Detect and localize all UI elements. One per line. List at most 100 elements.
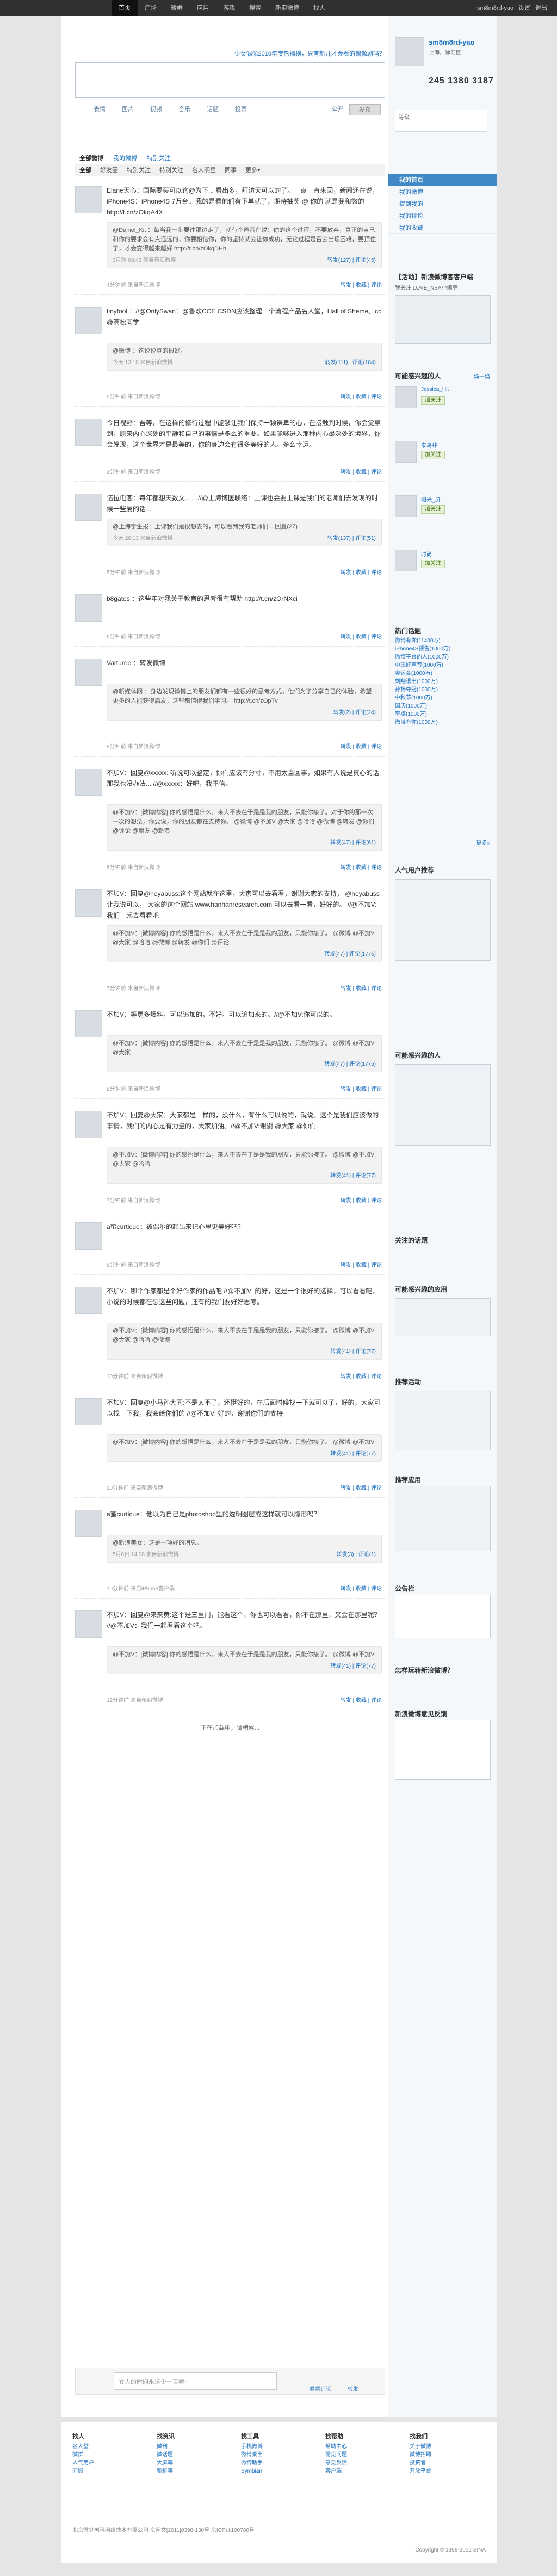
feed-avatar[interactable] bbox=[75, 1510, 102, 1537]
quote-actions[interactable]: 转发(41) | 评论(77) bbox=[330, 1347, 376, 1356]
feed-avatar[interactable] bbox=[75, 1222, 102, 1250]
footer-link[interactable]: 微刊 bbox=[157, 2443, 238, 2451]
hot-topic-item[interactable]: 奥运会(1000万) bbox=[395, 669, 450, 678]
footer-link[interactable]: Symbian bbox=[241, 2467, 323, 2475]
footer-link[interactable]: 意见反馈 bbox=[325, 2459, 407, 2467]
quote-actions[interactable]: 转发(47) | 评论(1775) bbox=[324, 1060, 376, 1069]
footer-link[interactable]: 微博招聘 bbox=[410, 2451, 491, 2459]
footer-link[interactable]: 微博助手 bbox=[241, 2459, 323, 2467]
quote-actions[interactable]: 转发(137) | 评论(51) bbox=[327, 534, 376, 543]
quote-actions[interactable]: 转发(47) | 评论(1775) bbox=[324, 950, 376, 959]
hot-topic-item[interactable]: 微博平台的人(1000万) bbox=[395, 653, 450, 661]
footer-link[interactable]: 微博桌面 bbox=[241, 2451, 323, 2459]
feed-actions[interactable]: 转发 | 收藏 | 评论 bbox=[341, 985, 382, 993]
publish-button[interactable]: 发布 bbox=[349, 104, 381, 115]
hot-topic-item[interactable]: 微博有你(11400万) bbox=[395, 637, 450, 645]
feed-actions[interactable]: 转发 | 收藏 | 评论 bbox=[341, 1696, 382, 1705]
footer-link[interactable]: 常见问题 bbox=[325, 2451, 407, 2459]
rec-person-avatar[interactable] bbox=[395, 495, 417, 517]
nav-home[interactable]: 首页 bbox=[112, 0, 138, 16]
footer-link[interactable]: 微话题 bbox=[157, 2451, 238, 2459]
tab-my-weibo[interactable]: 我的微博 bbox=[113, 152, 137, 164]
feed-avatar[interactable] bbox=[75, 419, 102, 446]
bottom-input[interactable]: 女人的时间永远少一百吧~ bbox=[114, 2372, 277, 2390]
feed-actions[interactable]: 转发 | 收藏 | 评论 bbox=[341, 743, 382, 752]
feed-actions[interactable]: 转发 | 收藏 | 评论 bbox=[341, 468, 382, 477]
quote-actions[interactable]: 转发(47) | 评论(61) bbox=[330, 838, 376, 847]
rec-person-avatar[interactable] bbox=[395, 441, 417, 463]
feed-actions[interactable]: 转发 | 收藏 | 评论 bbox=[341, 1197, 382, 1206]
user-avatar[interactable] bbox=[395, 37, 424, 66]
follow-button[interactable]: 加关注 bbox=[421, 560, 445, 568]
nav-group[interactable]: 微群 bbox=[164, 0, 190, 16]
footer-link[interactable]: 投资者 bbox=[410, 2459, 491, 2467]
footer-link[interactable]: 大屏幕 bbox=[157, 2459, 238, 2467]
tab-special[interactable]: 特别关注 bbox=[147, 152, 171, 164]
filter-special[interactable]: 特别关注 bbox=[127, 164, 151, 176]
filter-more[interactable]: 更多▾ bbox=[245, 164, 261, 176]
feed-actions[interactable]: 转发 | 收藏 | 评论 bbox=[341, 393, 382, 402]
ad-banner[interactable] bbox=[395, 295, 491, 344]
menu-comments[interactable]: 我的评论 bbox=[388, 210, 497, 222]
faq-title[interactable]: 怎样玩转新浪微博？ bbox=[395, 1665, 454, 1675]
feed-actions[interactable]: 转发 | 收藏 | 评论 bbox=[341, 864, 382, 872]
visibility-select[interactable]: 公开 bbox=[332, 104, 344, 115]
feed-avatar[interactable] bbox=[75, 494, 102, 521]
publish-hint[interactable]: 少女偶像2010年度热播榜，只有新儿才会看的偶像剧吗？ bbox=[75, 49, 385, 58]
filter-all[interactable]: 全部 bbox=[79, 164, 91, 176]
feed-actions[interactable]: 转发 | 收藏 | 评论 bbox=[341, 1585, 382, 1594]
feed-actions[interactable]: 转发 | 收藏 | 评论 bbox=[341, 1484, 382, 1493]
hot-topic-item[interactable]: 微博有你(1000万) bbox=[395, 718, 450, 727]
footer-link[interactable]: 关于微博 bbox=[410, 2443, 491, 2451]
emoji-tool[interactable]: 表情 bbox=[94, 104, 106, 114]
rec-person-name[interactable]: 阳光_风 bbox=[421, 495, 441, 503]
follow-button[interactable]: 加关注 bbox=[421, 505, 445, 514]
rec-refresh[interactable]: 换一换 bbox=[474, 372, 490, 380]
feed-actions[interactable]: 转发 | 收藏 | 评论 bbox=[341, 281, 382, 290]
filter-colleague[interactable]: 同事 bbox=[225, 164, 237, 176]
publish-textarea[interactable] bbox=[75, 62, 385, 98]
rec-person-avatar[interactable] bbox=[395, 386, 417, 408]
tab-all-weibo[interactable]: 全部微博 bbox=[79, 152, 103, 164]
hot-topic-item[interactable]: iPhone4S预售(1000万) bbox=[395, 645, 450, 653]
nav-search[interactable]: 搜索 bbox=[242, 0, 268, 16]
nav-game[interactable]: 游戏 bbox=[216, 0, 242, 16]
feed-avatar[interactable] bbox=[75, 889, 102, 917]
feed-avatar[interactable] bbox=[75, 594, 102, 622]
hot-topic-item[interactable]: 中国好声音(1000万) bbox=[395, 661, 450, 669]
hot-topic-item[interactable]: 孙杨夺冠(1000万) bbox=[395, 686, 450, 694]
quote-actions[interactable]: 转发(41) | 评论(77) bbox=[330, 1662, 376, 1671]
rec-person-name[interactable]: 泰鸟蜂 bbox=[421, 441, 437, 449]
footer-link[interactable]: 人气用户 bbox=[72, 2459, 154, 2467]
video-tool[interactable]: 视频 bbox=[150, 104, 162, 114]
footer-link[interactable]: 同城 bbox=[72, 2467, 154, 2475]
topic-tool[interactable]: 话题 bbox=[207, 104, 219, 114]
hot-more[interactable]: 更多» bbox=[476, 838, 490, 846]
feed-avatar[interactable] bbox=[75, 1287, 102, 1314]
image-tool[interactable]: 图片 bbox=[122, 104, 134, 114]
hot-topic-item[interactable]: 中秋节(1000万) bbox=[395, 694, 450, 702]
menu-favorites[interactable]: 我的收藏 bbox=[388, 222, 497, 234]
quote-actions[interactable]: 转发(3) | 评论(1) bbox=[336, 1550, 376, 1559]
feed-avatar[interactable] bbox=[75, 1111, 102, 1138]
hot-topic-item[interactable]: 国庆(1000万) bbox=[395, 702, 450, 710]
filter-celebs[interactable]: 名人明星 bbox=[192, 164, 216, 176]
feed-avatar[interactable] bbox=[75, 1398, 102, 1425]
menu-mentions[interactable]: 提到我的 bbox=[388, 198, 497, 210]
tag-title[interactable]: 【活动】新浪微博客客户端 bbox=[395, 272, 473, 281]
follow-button[interactable]: 加关注 bbox=[421, 451, 445, 459]
feed-actions[interactable]: 转发 | 收藏 | 评论 bbox=[341, 1261, 382, 1270]
footer-link[interactable]: 客户端 bbox=[325, 2467, 407, 2475]
rec-person-name[interactable]: 时尚 bbox=[421, 550, 432, 558]
hot-topic-item[interactable]: 刘翔退出(1000万) bbox=[395, 678, 450, 686]
menu-my-weibo[interactable]: 我的微博 bbox=[388, 186, 497, 198]
feed-avatar[interactable] bbox=[75, 307, 102, 334]
bottom-link-comments[interactable]: 看看评论 bbox=[310, 2384, 331, 2393]
feed-actions[interactable]: 转发 | 收藏 | 评论 bbox=[341, 1373, 382, 1381]
quote-actions[interactable]: 转发(111) | 评论(184) bbox=[325, 358, 376, 367]
follow-button[interactable]: 加关注 bbox=[421, 396, 445, 405]
quote-actions[interactable]: 转发(41) | 评论(77) bbox=[330, 1171, 376, 1181]
feed-actions[interactable]: 转发 | 收藏 | 评论 bbox=[341, 1085, 382, 1094]
quote-actions[interactable]: 转发(127) | 评论(45) bbox=[327, 256, 376, 265]
feed-actions[interactable]: 转发 | 收藏 | 评论 bbox=[341, 569, 382, 577]
